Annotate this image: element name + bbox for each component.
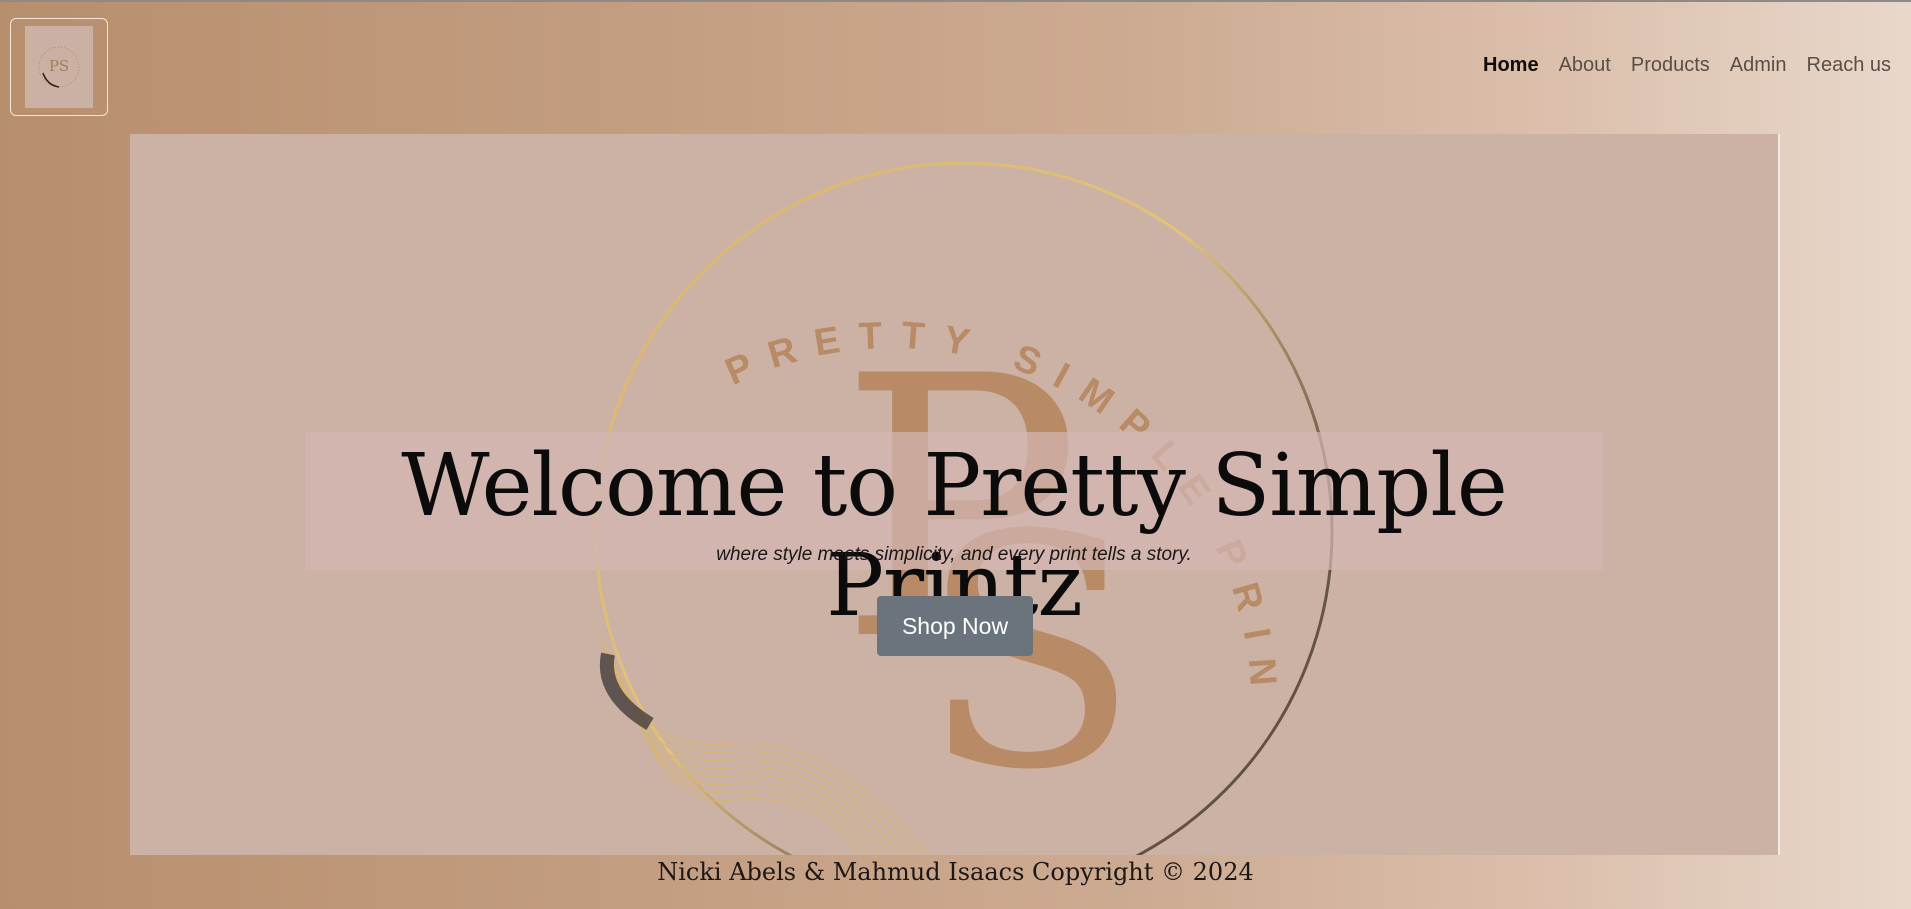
site-logo-link[interactable]: PS: [10, 18, 108, 116]
svg-text:PS: PS: [49, 57, 69, 75]
footer-copyright: Nicki Abels & Mahmud Isaacs Copyright © …: [657, 858, 1254, 886]
nav-products[interactable]: Products: [1631, 54, 1710, 77]
logo-icon: PS: [25, 26, 93, 108]
hero-subtitle: where style meets simplicity, and every …: [716, 544, 1192, 565]
hero-section: P S PRETTY SIMPLE PRINTZ Welcome to Pret…: [130, 134, 1780, 855]
footer: Nicki Abels & Mahmud Isaacs Copyright © …: [0, 858, 1911, 886]
shop-now-button[interactable]: Shop Now: [877, 596, 1033, 656]
main-nav: Home About Products Admin Reach us: [1483, 54, 1891, 77]
top-border: [0, 0, 1911, 2]
nav-home[interactable]: Home: [1483, 54, 1539, 77]
nav-admin[interactable]: Admin: [1730, 54, 1787, 77]
nav-about[interactable]: About: [1559, 54, 1611, 77]
nav-reach-us[interactable]: Reach us: [1807, 54, 1892, 77]
